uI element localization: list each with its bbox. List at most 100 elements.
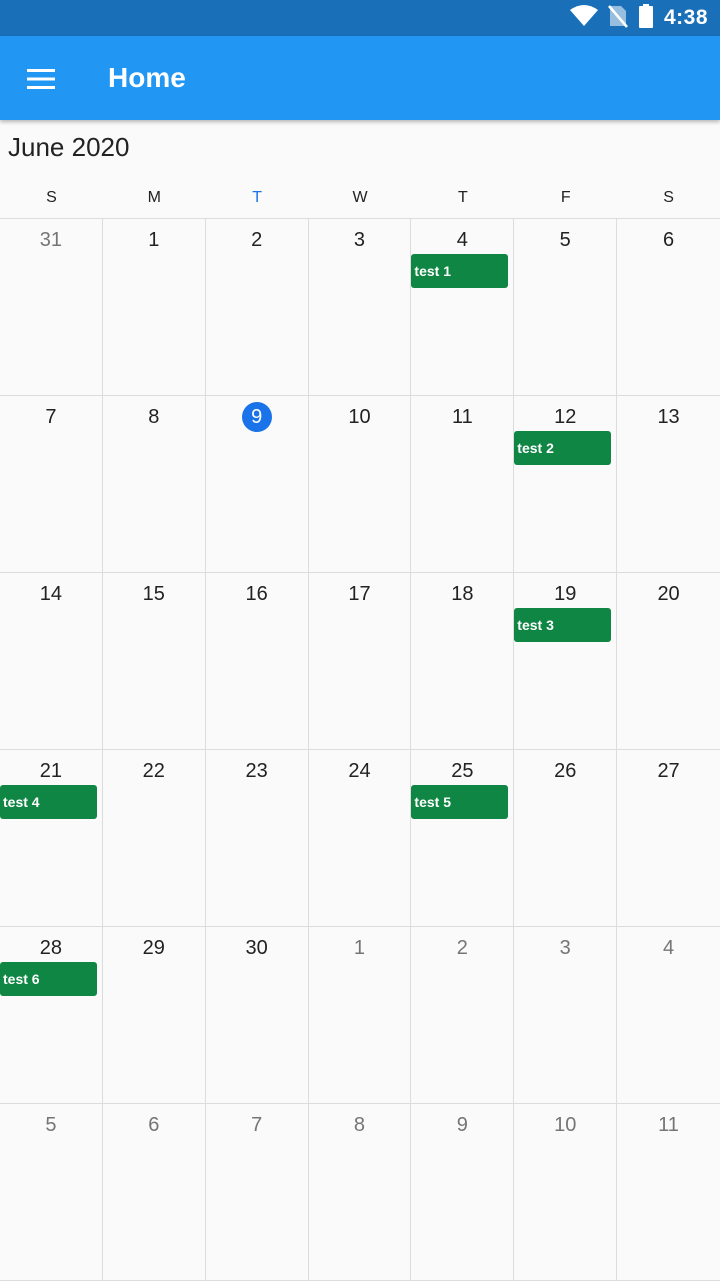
day-cell[interactable]: 20 [617, 573, 720, 750]
day-cell[interactable]: 16 [205, 573, 309, 750]
day-number: 18 [451, 583, 474, 605]
day-cell[interactable]: 26 [514, 750, 618, 927]
day-cell[interactable]: 3 [308, 219, 412, 396]
weekday-label: S [46, 189, 57, 206]
day-cell[interactable]: 30 [205, 927, 309, 1104]
event-chip[interactable]: test 5 [411, 785, 509, 819]
day-number: 23 [245, 760, 268, 782]
day-cell[interactable]: 27 [617, 750, 720, 927]
day-cell[interactable]: 25 test 5 [411, 750, 515, 927]
event-chip[interactable]: test 6 [0, 962, 97, 996]
day-cell[interactable]: 2 [205, 219, 309, 396]
day-number: 31 [39, 229, 63, 251]
event-chip[interactable]: test 2 [514, 431, 612, 465]
day-cell[interactable]: 11 [411, 396, 515, 573]
day-number: 24 [348, 760, 371, 782]
status-bar: 4:38 [0, 0, 720, 36]
day-number: 26 [554, 760, 577, 782]
weekday-label: F [560, 189, 571, 206]
day-number: 12 [554, 406, 577, 428]
day-number: 8 [353, 1114, 366, 1136]
day-number: 20 [657, 583, 680, 605]
status-icons: 4:38 [569, 0, 708, 36]
weekday-label: T [457, 189, 468, 206]
day-cell[interactable]: 6 [617, 219, 720, 396]
day-cell[interactable]: 15 [102, 573, 206, 750]
status-time: 4:38 [663, 6, 708, 29]
day-cell[interactable]: 8 [102, 396, 206, 573]
day-cell[interactable]: 5 [514, 219, 618, 396]
event-chip[interactable]: test 3 [514, 608, 612, 642]
day-number: 7 [251, 1114, 263, 1136]
hamburger-menu-icon [27, 69, 55, 89]
day-number: 9 [456, 1114, 468, 1136]
weekday-label: S [663, 189, 674, 206]
day-cell[interactable]: 22 [102, 750, 206, 927]
day-cell[interactable]: 12 test 2 [514, 396, 618, 573]
day-number: 11 [451, 406, 473, 428]
event-chip[interactable]: test 4 [0, 785, 97, 819]
day-cell[interactable]: 21 test 4 [0, 750, 103, 927]
day-cell[interactable]: 8 [308, 1104, 412, 1281]
wifi-icon [569, 4, 598, 32]
day-number: 4 [456, 229, 468, 251]
day-number: 21 [39, 760, 63, 782]
day-cell[interactable]: 11 [617, 1104, 720, 1281]
day-number: 27 [657, 760, 680, 782]
day-number: 10 [554, 1114, 577, 1136]
day-number: 1 [353, 937, 366, 959]
no-sim-icon [608, 4, 628, 33]
day-cell[interactable]: 4 test 1 [411, 219, 515, 396]
day-cell[interactable]: 5 [0, 1104, 103, 1281]
day-number: 5 [559, 229, 571, 251]
day-number: 3 [353, 229, 366, 251]
day-cell[interactable]: 2 [411, 927, 515, 1104]
day-cell[interactable]: 9 [205, 396, 309, 573]
day-number: 3 [559, 937, 571, 959]
weekday-header-row: SMTWTFS [0, 186, 720, 210]
day-cell[interactable]: 1 [308, 927, 412, 1104]
day-number: 4 [663, 937, 675, 959]
day-cell[interactable]: 4 [617, 927, 720, 1104]
day-cell[interactable]: 29 [102, 927, 206, 1104]
day-cell[interactable]: 31 [0, 219, 103, 396]
day-number: 2 [456, 937, 468, 959]
day-number: 25 [451, 760, 474, 782]
day-number: 6 [663, 229, 675, 251]
app-bar: Home [0, 36, 720, 120]
day-cell[interactable]: 28 test 6 [0, 927, 103, 1104]
day-cell[interactable]: 19 test 3 [514, 573, 618, 750]
day-cell[interactable]: 23 [205, 750, 309, 927]
day-cell[interactable]: 6 [102, 1104, 206, 1281]
day-number: 1 [148, 229, 160, 251]
day-number: 16 [245, 583, 268, 605]
day-cell[interactable]: 14 [0, 573, 103, 750]
day-cell[interactable]: 18 [411, 573, 515, 750]
day-number: 7 [45, 406, 57, 428]
event-chip[interactable]: test 1 [411, 254, 509, 288]
day-number: 11 [658, 1114, 679, 1136]
day-number: 13 [657, 406, 680, 428]
day-cell[interactable]: 10 [308, 396, 412, 573]
day-number: 17 [348, 583, 371, 605]
day-cell[interactable]: 7 [205, 1104, 309, 1281]
menu-button[interactable] [16, 54, 66, 104]
day-cell[interactable]: 3 [514, 927, 618, 1104]
day-number: 2 [251, 229, 263, 251]
day-cell[interactable]: 7 [0, 396, 103, 573]
day-cell[interactable]: 9 [411, 1104, 515, 1281]
day-number: 28 [39, 937, 63, 959]
day-cell[interactable]: 13 [617, 396, 720, 573]
weekday-label: M [147, 189, 161, 206]
day-number: 19 [554, 583, 577, 605]
day-cell[interactable]: 17 [308, 573, 412, 750]
month-title: June 2020 [8, 132, 130, 162]
battery-icon [638, 3, 654, 33]
day-number: 14 [39, 583, 63, 605]
day-number: 30 [245, 937, 268, 959]
day-cell[interactable]: 24 [308, 750, 412, 927]
day-cell[interactable]: 10 [514, 1104, 618, 1281]
weekday-label: W [352, 189, 368, 206]
weekday-label: T [252, 189, 263, 206]
day-cell[interactable]: 1 [102, 219, 206, 396]
